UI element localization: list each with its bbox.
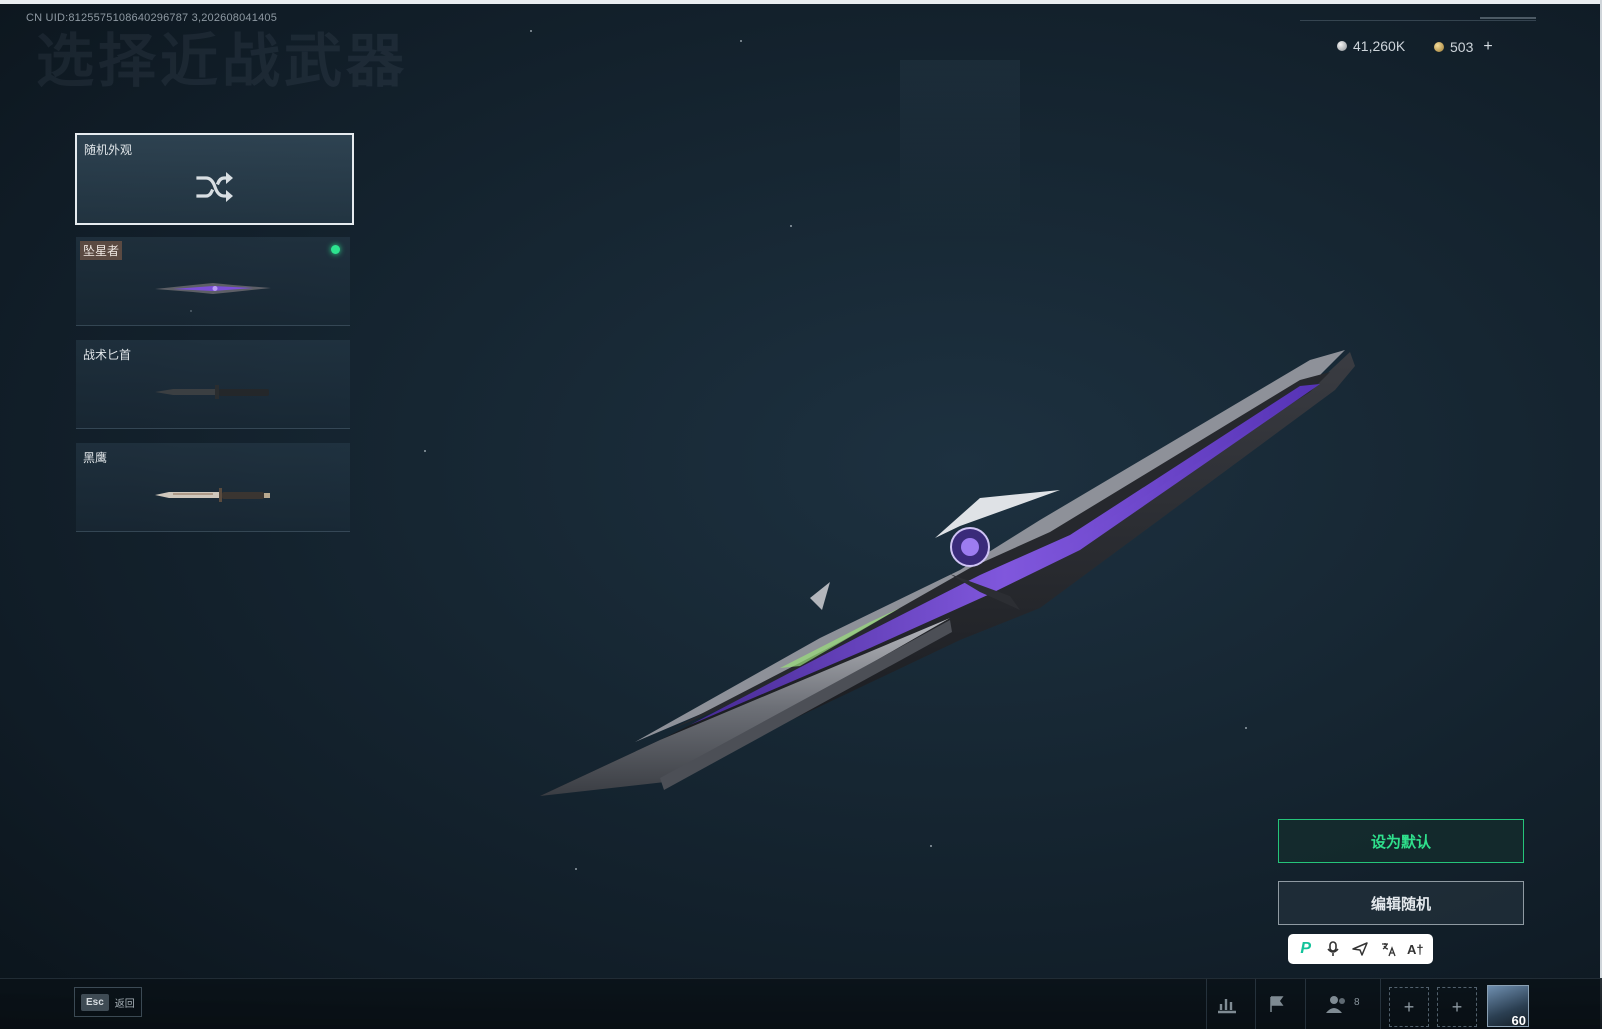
top-divider-accent xyxy=(1480,17,1536,19)
party-slot-2[interactable]: + xyxy=(1437,987,1477,1027)
particle xyxy=(530,30,532,32)
gold-coin-icon xyxy=(1434,42,1444,52)
friends-count: 8 xyxy=(1354,997,1360,1008)
skin-item-label: 战术匕首 xyxy=(83,348,132,362)
gold-amount: 503 xyxy=(1450,39,1474,55)
particle xyxy=(424,450,426,452)
tactical-dagger-thumbnail xyxy=(76,368,350,416)
divider xyxy=(1255,979,1256,1029)
player-level: 60 xyxy=(1511,1013,1526,1028)
silver-currency: 41,260K xyxy=(1337,38,1405,54)
screen: CN UID:8125575108640296787 3,20260804140… xyxy=(0,0,1602,1029)
particle xyxy=(740,40,742,42)
window-frame-top xyxy=(0,0,1602,4)
player-avatar[interactable]: 60 xyxy=(1487,985,1529,1028)
divider xyxy=(1206,979,1207,1029)
background-light xyxy=(900,60,1020,240)
divider xyxy=(1380,979,1381,1029)
back-label: 返回 xyxy=(114,998,135,1010)
gold-currency: 503 + xyxy=(1434,38,1493,56)
flag-icon[interactable] xyxy=(1262,989,1292,1019)
skin-item-black-hawk[interactable]: 黑鹰 xyxy=(76,443,350,532)
edit-random-button[interactable]: 编辑随机 xyxy=(1278,881,1524,925)
particle xyxy=(790,225,792,227)
friends-icon[interactable] xyxy=(1322,989,1352,1019)
microphone-icon[interactable] xyxy=(1322,938,1344,960)
black-hawk-knife-thumbnail xyxy=(76,471,350,519)
silver-amount: 41,260K xyxy=(1353,38,1406,54)
top-divider xyxy=(1300,20,1536,21)
translate-icon[interactable] xyxy=(1377,938,1399,960)
skin-item-label: 坠星者 xyxy=(80,241,123,260)
skin-item-tactical-dagger[interactable]: 战术匕首 xyxy=(76,340,350,429)
shuffle-icon xyxy=(77,163,352,211)
set-default-button[interactable]: 设为默认 xyxy=(1278,819,1524,863)
divider xyxy=(1305,979,1306,1029)
brand-p-icon[interactable]: P xyxy=(1295,938,1317,960)
particle xyxy=(930,845,932,847)
silver-coin-icon xyxy=(1337,41,1347,51)
party-slot-1[interactable]: + xyxy=(1389,987,1429,1027)
particle xyxy=(575,868,577,870)
bottom-bar: Esc 返回 8 + + 60 xyxy=(0,978,1602,1029)
send-icon[interactable] xyxy=(1349,938,1371,960)
star-faller-knife-thumbnail xyxy=(76,265,350,313)
skin-item-random[interactable]: 随机外观 xyxy=(75,133,354,225)
floating-toolbar: P A† xyxy=(1288,934,1433,964)
knife-preview-render xyxy=(540,350,1355,796)
skin-item-label: 黑鹰 xyxy=(83,451,108,465)
back-button[interactable]: Esc 返回 xyxy=(74,987,142,1017)
page-title: 选择近战武器 xyxy=(36,29,409,94)
stats-icon[interactable] xyxy=(1212,989,1242,1019)
add-currency-button[interactable]: + xyxy=(1483,38,1492,56)
skin-item-star-faller[interactable]: 坠星者 xyxy=(76,237,350,326)
equipped-indicator xyxy=(331,245,340,254)
skin-item-label: 随机外观 xyxy=(84,143,133,157)
esc-key-hint: Esc xyxy=(81,993,109,1011)
ai-text-icon[interactable]: A† xyxy=(1404,938,1426,960)
